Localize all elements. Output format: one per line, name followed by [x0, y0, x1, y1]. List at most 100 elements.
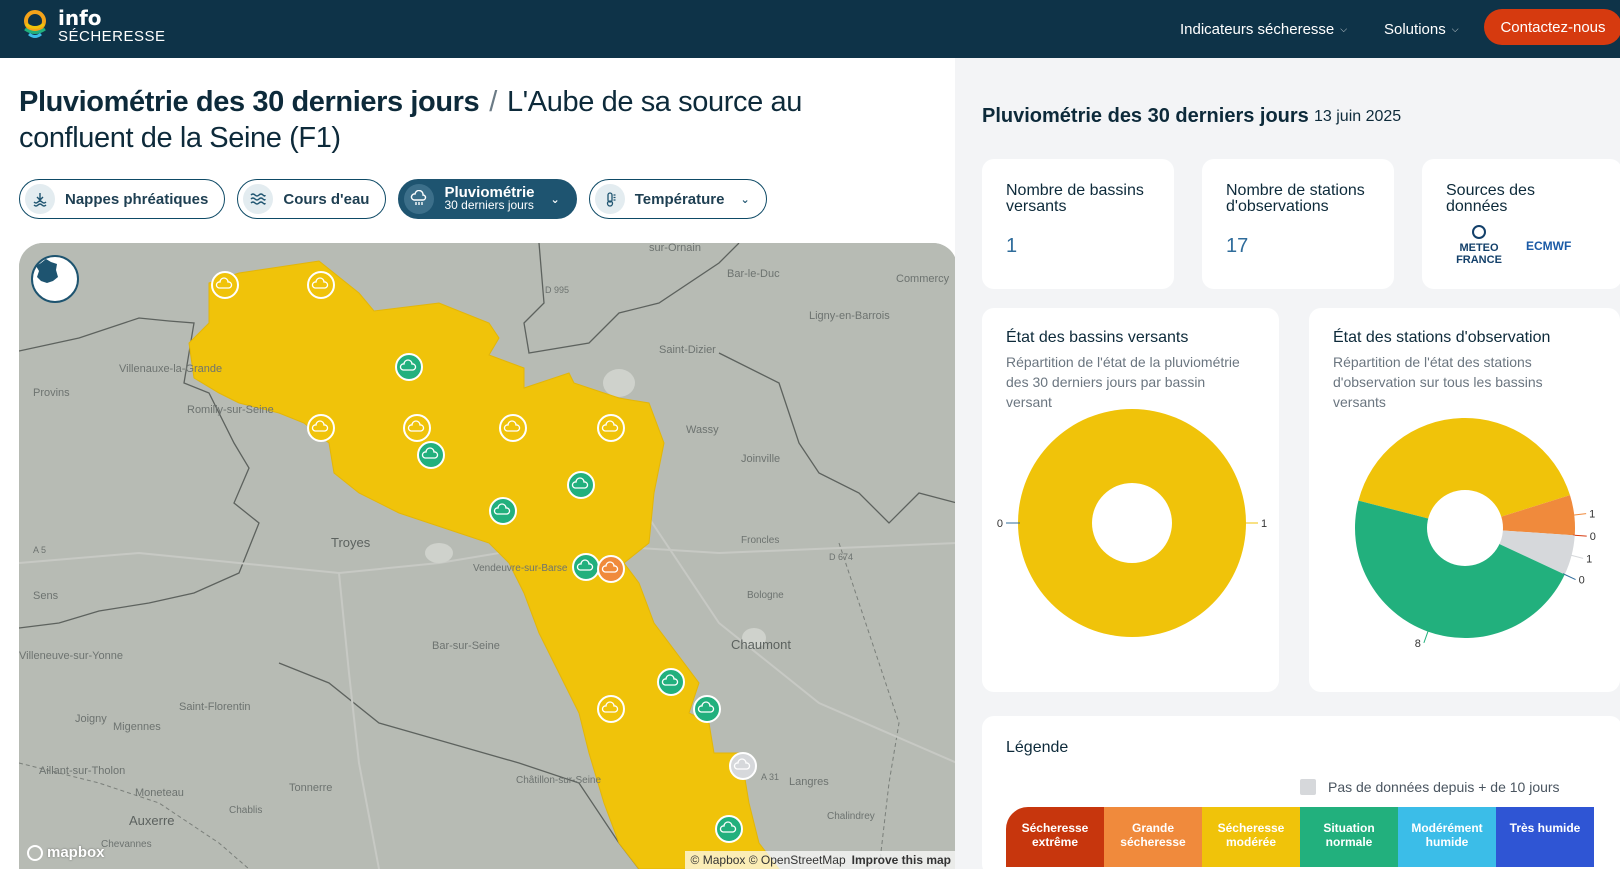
- attribution-text[interactable]: © Mapbox © OpenStreetMap: [691, 853, 846, 867]
- nav-solutions-label: Solutions: [1384, 20, 1446, 38]
- card-bassins: Nombre de bassins versants 1: [982, 159, 1174, 289]
- road-label: D 674: [829, 552, 853, 562]
- legend-no-data: Pas de données depuis + de 10 jours: [1300, 779, 1560, 795]
- slice-value-label: 0: [997, 518, 1003, 530]
- summary-panel: Pluviométrie des 30 derniers jours 13 ju…: [955, 58, 1620, 869]
- card-stations-value: 17: [1226, 235, 1249, 257]
- place-label: Villeneuve-sur-Yonne: [19, 650, 123, 662]
- nav-indicateurs[interactable]: Indicateurs sécheresse ⌵: [1180, 0, 1347, 58]
- page-title: Pluviométrie des 30 derniers jours / L'Aub…: [19, 84, 919, 156]
- filter-cours-eau[interactable]: Cours d'eau: [237, 179, 387, 219]
- road-label: A 31: [761, 772, 779, 782]
- place-label: Châtillon-sur-Seine: [516, 775, 601, 786]
- summary-title: Pluviométrie des 30 derniers jours: [982, 105, 1309, 127]
- place-label: Chaumont: [731, 637, 791, 652]
- slice-leader-line: [1562, 573, 1576, 580]
- no-data-swatch: [1300, 779, 1316, 795]
- france-view-button[interactable]: [31, 255, 79, 303]
- title-separator: /: [489, 86, 497, 118]
- stations-donut-chart[interactable]: 710108: [1309, 418, 1620, 678]
- slice-leader-line: [1572, 534, 1587, 537]
- mapbox-icon: [27, 844, 43, 861]
- nav-indicateurs-label: Indicateurs sécheresse: [1180, 20, 1335, 38]
- logo-line1: info: [58, 6, 102, 30]
- map-canvas[interactable]: sur-Ornain Bar-le-Duc Commercy Ligny-en-…: [19, 243, 957, 869]
- place-label: Villenauxe-la-Grande: [119, 363, 222, 375]
- place-label: Romilly-sur-Seine: [187, 404, 274, 416]
- page-title-main: Pluviométrie des 30 derniers jours: [19, 86, 480, 118]
- place-label: Joinville: [741, 453, 780, 465]
- chevron-down-icon: ⌄: [550, 193, 560, 206]
- filter-pluviometrie-sublabel: 30 derniers jours: [444, 198, 534, 212]
- filter-nappes-label: Nappes phréatiques: [65, 190, 209, 208]
- legend-item: Grande sécheresse: [1104, 807, 1202, 867]
- place-label: Wassy: [686, 424, 719, 436]
- card-stations: Nombre de stations d'observations 17: [1202, 159, 1394, 289]
- mapbox-label: mapbox: [47, 844, 105, 861]
- card-stations-label: Nombre de stations d'observations: [1226, 182, 1365, 215]
- map-attribution: © Mapbox © OpenStreetMap Improve this map: [684, 851, 957, 869]
- waves-icon: [243, 184, 274, 214]
- place-label: Joigny: [75, 713, 107, 725]
- mapbox-logo[interactable]: mapbox: [27, 844, 105, 861]
- place-label: Saint-Florentin: [179, 701, 251, 713]
- slice-leader-line: [1572, 513, 1587, 516]
- source-meteo: METEO FRANCE: [1456, 242, 1502, 266]
- card-sources-label: Sources des données: [1446, 182, 1535, 215]
- place-label: sur-Ornain: [649, 243, 701, 254]
- map-panel: Pluviométrie des 30 derniers jours / L'Aub…: [0, 58, 957, 869]
- card-sources: Sources des données METEO FRANCE ECMWF: [1422, 159, 1620, 289]
- place-label: Chalindrey: [827, 811, 875, 822]
- place-label: Bar-le-Duc: [727, 268, 780, 280]
- chevron-down-icon: ⌄: [740, 193, 750, 206]
- bassins-donut-chart[interactable]: 10: [982, 408, 1279, 668]
- meteo-france-logo: METEO FRANCE: [1456, 225, 1502, 266]
- place-label: Aillant-sur-Tholon: [39, 765, 125, 777]
- place-label: Provins: [33, 387, 70, 399]
- place-label: Langres: [789, 776, 829, 788]
- nav-solutions[interactable]: Solutions ⌵: [1384, 0, 1459, 58]
- legend-item: Sécheresse extrême: [1006, 807, 1104, 867]
- donut-hole: [1092, 483, 1172, 563]
- place-label: Migennes: [113, 721, 161, 733]
- legend-scale: Sécheresse extrême Grande sécheresse Séc…: [1006, 807, 1594, 867]
- slice-leader-line: [1423, 629, 1430, 644]
- place-label: Froncles: [741, 535, 779, 546]
- contact-button[interactable]: Contactez-nous: [1484, 9, 1620, 45]
- road-label: D 995: [545, 285, 569, 295]
- legend-item: Sécheresse modérée: [1202, 807, 1300, 867]
- place-label: Bologne: [747, 590, 784, 601]
- road-label: A 5: [33, 545, 46, 555]
- place-label: Vendeuvre-sur-Barse: [473, 563, 568, 574]
- card-bassins-label: Nombre de bassins versants: [1006, 182, 1144, 215]
- chart2-title: État des stations d'observation: [1333, 329, 1551, 346]
- ecmwf-logo: ECMWF: [1526, 239, 1572, 253]
- top-navigation-bar: info SÉCHERESSE Indicateurs sécheresse ⌵ …: [0, 0, 1620, 58]
- place-label: Chevannes: [101, 839, 152, 850]
- logo-line2: SÉCHERESSE: [58, 28, 166, 45]
- improve-map-link[interactable]: Improve this map: [852, 853, 951, 867]
- filter-nappes[interactable]: Nappes phréatiques: [19, 179, 226, 219]
- slice-value-label: 1: [1261, 518, 1267, 530]
- place-label: Tonnerre: [289, 782, 332, 794]
- filter-temperature[interactable]: Température ⌄: [588, 179, 767, 219]
- place-label: Ligny-en-Barrois: [809, 310, 890, 322]
- thermometer-icon: [594, 184, 625, 214]
- sun-drop-logo-icon: [20, 9, 50, 43]
- place-label: Chablis: [229, 805, 262, 816]
- slice-value-label: 0: [1590, 531, 1596, 543]
- summary-date: 13 juin 2025: [1314, 108, 1402, 125]
- basin-map[interactable]: sur-Ornain Bar-le-Duc Commercy Ligny-en-…: [19, 243, 957, 869]
- rain-cloud-icon: [404, 184, 435, 214]
- chart1-title: État des bassins versants: [1006, 329, 1189, 346]
- filter-pluviometrie[interactable]: Pluviométrie 30 derniers jours ⌄: [398, 179, 577, 219]
- place-label: Commercy: [896, 273, 950, 285]
- slice-value-label: 1: [1589, 509, 1595, 521]
- chart2-subtitle: Répartition de l'état des stations d'obs…: [1333, 354, 1543, 410]
- slice-value-label: 8: [1415, 638, 1421, 650]
- chart-card-bassins: État des bassins versants Répartition de…: [982, 308, 1279, 692]
- chart-card-stations: État des stations d'observation Répartit…: [1309, 308, 1620, 692]
- slice-leader-line: [1569, 554, 1584, 559]
- donut-hole: [1427, 490, 1503, 566]
- site-logo[interactable]: info SÉCHERESSE: [20, 8, 166, 44]
